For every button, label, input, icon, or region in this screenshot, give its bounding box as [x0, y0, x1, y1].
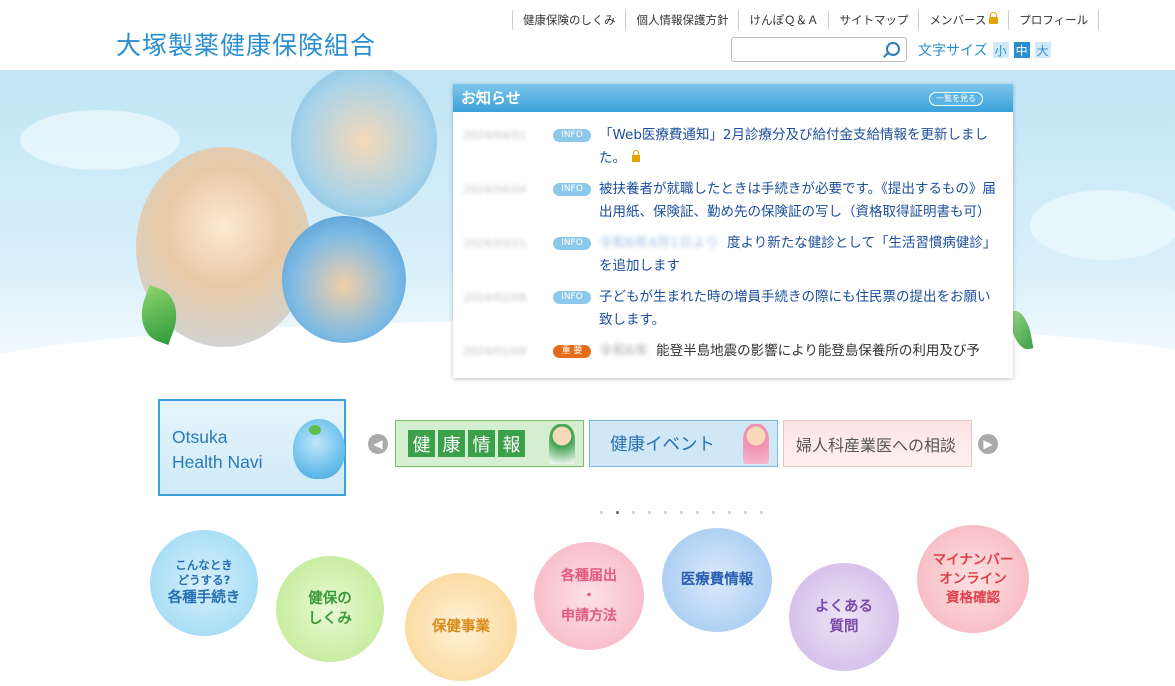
nav-members[interactable]: メンバース	[918, 10, 1008, 30]
banner-health-event[interactable]: 健康イベント	[589, 420, 778, 467]
lock-icon	[632, 150, 640, 162]
news-text[interactable]: 令和6年4月1日より 度より新たな健診として「生活習慣病健診」を追加します	[599, 232, 1003, 278]
cloud-decoration	[1030, 190, 1175, 260]
banner-health-info[interactable]: 健 康 情 報	[395, 420, 584, 467]
carousel-dots	[600, 511, 776, 514]
circle-procedures-label: 各種手続き	[167, 590, 241, 606]
news-item[interactable]: 2024/03/21 INFO 令和6年4月1日より 度より新たな健診として「生活…	[463, 232, 1003, 278]
cloud-decoration	[20, 110, 180, 170]
carousel-dot[interactable]	[648, 511, 651, 514]
circle-procedures-subtitle: こんなとき どうする?	[175, 558, 233, 587]
news-text-content: 能登半島地震の影響により能登島保養所の利用及び予	[656, 343, 980, 359]
news-item[interactable]: 2024/04/04 INFO 被扶養者が就職したときは手続きが必要です。《提出…	[463, 178, 1003, 224]
search-icon[interactable]	[886, 42, 900, 56]
font-size-label: 文字サイズ	[918, 43, 988, 59]
search-box	[731, 37, 907, 62]
nav-profile[interactable]: プロフィール	[1008, 10, 1100, 30]
banner-char: 健	[408, 430, 435, 457]
news-item[interactable]: 2024/02/08 INFO 子どもが生まれた時の増員手続きの際にも住民票の提…	[463, 286, 1003, 332]
site-logo[interactable]: 大塚製薬健康保険組合	[116, 26, 376, 62]
banner-gynecology-text: 婦人科産業医への相談	[796, 435, 957, 455]
news-date: 2024/01/09	[463, 345, 527, 358]
news-item[interactable]: 2024/04/01 INFO 「Web医療費通知」2月診療分及び給付金支給情報…	[463, 124, 1003, 170]
doctor-illustration	[549, 424, 575, 464]
carousel-dot[interactable]	[728, 511, 731, 514]
carousel-dot[interactable]	[744, 511, 747, 514]
font-size-large-button[interactable]: 大	[1034, 42, 1051, 58]
news-text[interactable]: 被扶養者が就職したときは手続きが必要です。《提出するもの》届出用紙、保険証、勤め…	[599, 178, 1003, 224]
top-navigation: 健康保険のしくみ 個人情報保護方針 けんぽＱ＆Ａ サイトマップ メンバース プロ…	[512, 10, 1100, 30]
nav-privacy-policy[interactable]: 個人情報保護方針	[625, 10, 738, 30]
news-list: 2024/04/01 INFO 「Web医療費通知」2月診療分及び給付金支給情報…	[453, 112, 1013, 363]
search-input[interactable]	[736, 39, 888, 62]
carousel-dot[interactable]	[664, 511, 667, 514]
carousel-dot[interactable]	[600, 511, 603, 514]
news-badge: INFO	[553, 183, 591, 196]
font-size-switcher: 文字サイズ 小 中 大	[918, 40, 1051, 60]
news-text[interactable]: 子どもが生まれた時の増員手続きの際にも住民票の提出をお願い致します。	[599, 286, 1003, 332]
font-size-medium-button[interactable]: 中	[1013, 42, 1030, 58]
circle-procedures[interactable]: こんなとき どうする? 各種手続き	[150, 530, 258, 636]
health-navi-text: Otsuka Health Navi	[172, 425, 262, 475]
carousel-dot-active[interactable]	[616, 511, 619, 514]
news-date: 2024/03/21	[463, 237, 527, 250]
carousel-next-icon[interactable]: ▶	[978, 434, 998, 454]
carousel-prev-icon[interactable]: ◀	[368, 434, 388, 454]
carousel-dot[interactable]	[696, 511, 699, 514]
banner-char: 報	[498, 430, 525, 457]
news-date: 2024/04/01	[463, 129, 527, 142]
circle-faq[interactable]: よくある 質問	[789, 563, 899, 671]
banner-health-info-text: 健 康 情 報	[408, 430, 528, 457]
news-badge: INFO	[553, 291, 591, 304]
banner-char: 情	[468, 430, 495, 457]
nav-sitemap[interactable]: サイトマップ	[828, 10, 918, 30]
news-title: お知らせ	[461, 89, 521, 107]
nav-members-label: メンバース	[929, 13, 987, 27]
father-child-photo	[291, 70, 437, 217]
news-badge-important: 重 要	[553, 345, 591, 358]
news-date: 2024/02/08	[463, 291, 527, 304]
carousel-dot[interactable]	[760, 511, 763, 514]
circle-insurance-system[interactable]: 健保の しくみ	[276, 556, 384, 662]
banner-health-event-text: 健康イベント	[610, 435, 715, 455]
woman-illustration	[743, 424, 769, 464]
news-blurred-text: 令和6年4月1日より	[599, 235, 719, 251]
health-navi-line2: Health Navi	[172, 452, 263, 472]
header: 大塚製薬健康保険組合 健康保険のしくみ 個人情報保護方針 けんぽＱ＆Ａ サイトマ…	[0, 0, 1175, 70]
font-size-small-button[interactable]: 小	[992, 42, 1009, 58]
health-navi-banner[interactable]: Otsuka Health Navi	[158, 399, 346, 496]
news-more-button[interactable]: 一覧を見る	[929, 92, 983, 106]
circle-procedures-text: こんなとき どうする? 各種手続き	[168, 558, 241, 608]
nav-insurance-system[interactable]: 健康保険のしくみ	[512, 10, 625, 30]
lock-icon	[989, 12, 999, 24]
carousel-dot[interactable]	[632, 511, 635, 514]
news-panel: お知らせ 一覧を見る 2024/04/01 INFO 「Web医療費通知」2月診…	[453, 84, 1013, 378]
news-date: 2024/04/04	[463, 183, 527, 196]
circle-applications[interactable]: 各種届出 ・ 申請方法	[534, 542, 644, 650]
news-blurred-text: 令和6年	[599, 343, 649, 359]
news-item[interactable]: 2024/01/09 重 要 令和6年 能登半島地震の影響により能登島保養所の利用…	[463, 340, 1003, 363]
children-photo	[282, 216, 406, 343]
circle-medical-expenses[interactable]: 医療費情報	[662, 528, 772, 632]
carousel-dot[interactable]	[712, 511, 715, 514]
carousel-dot[interactable]	[680, 511, 683, 514]
mascot-icon	[293, 419, 345, 479]
news-text-content: 「Web医療費通知」2月診療分及び給付金支給情報を更新しました。	[599, 127, 989, 166]
news-text[interactable]: 「Web医療費通知」2月診療分及び給付金支給情報を更新しました。	[599, 124, 1003, 170]
news-header: お知らせ 一覧を見る	[453, 84, 1013, 112]
circle-mynumber[interactable]: マイナンバー オンライン 資格確認	[917, 525, 1029, 633]
circle-health-programs[interactable]: 保健事業	[405, 573, 517, 681]
banner-char: 康	[438, 430, 465, 457]
nav-qa[interactable]: けんぽＱ＆Ａ	[738, 10, 828, 30]
news-badge: INFO	[553, 237, 591, 250]
health-navi-line1: Otsuka	[172, 427, 228, 447]
news-badge: INFO	[553, 129, 591, 142]
news-text[interactable]: 令和6年 能登半島地震の影響により能登島保養所の利用及び予	[599, 340, 1003, 363]
banner-gynecology-consult[interactable]: 婦人科産業医への相談	[783, 420, 972, 467]
